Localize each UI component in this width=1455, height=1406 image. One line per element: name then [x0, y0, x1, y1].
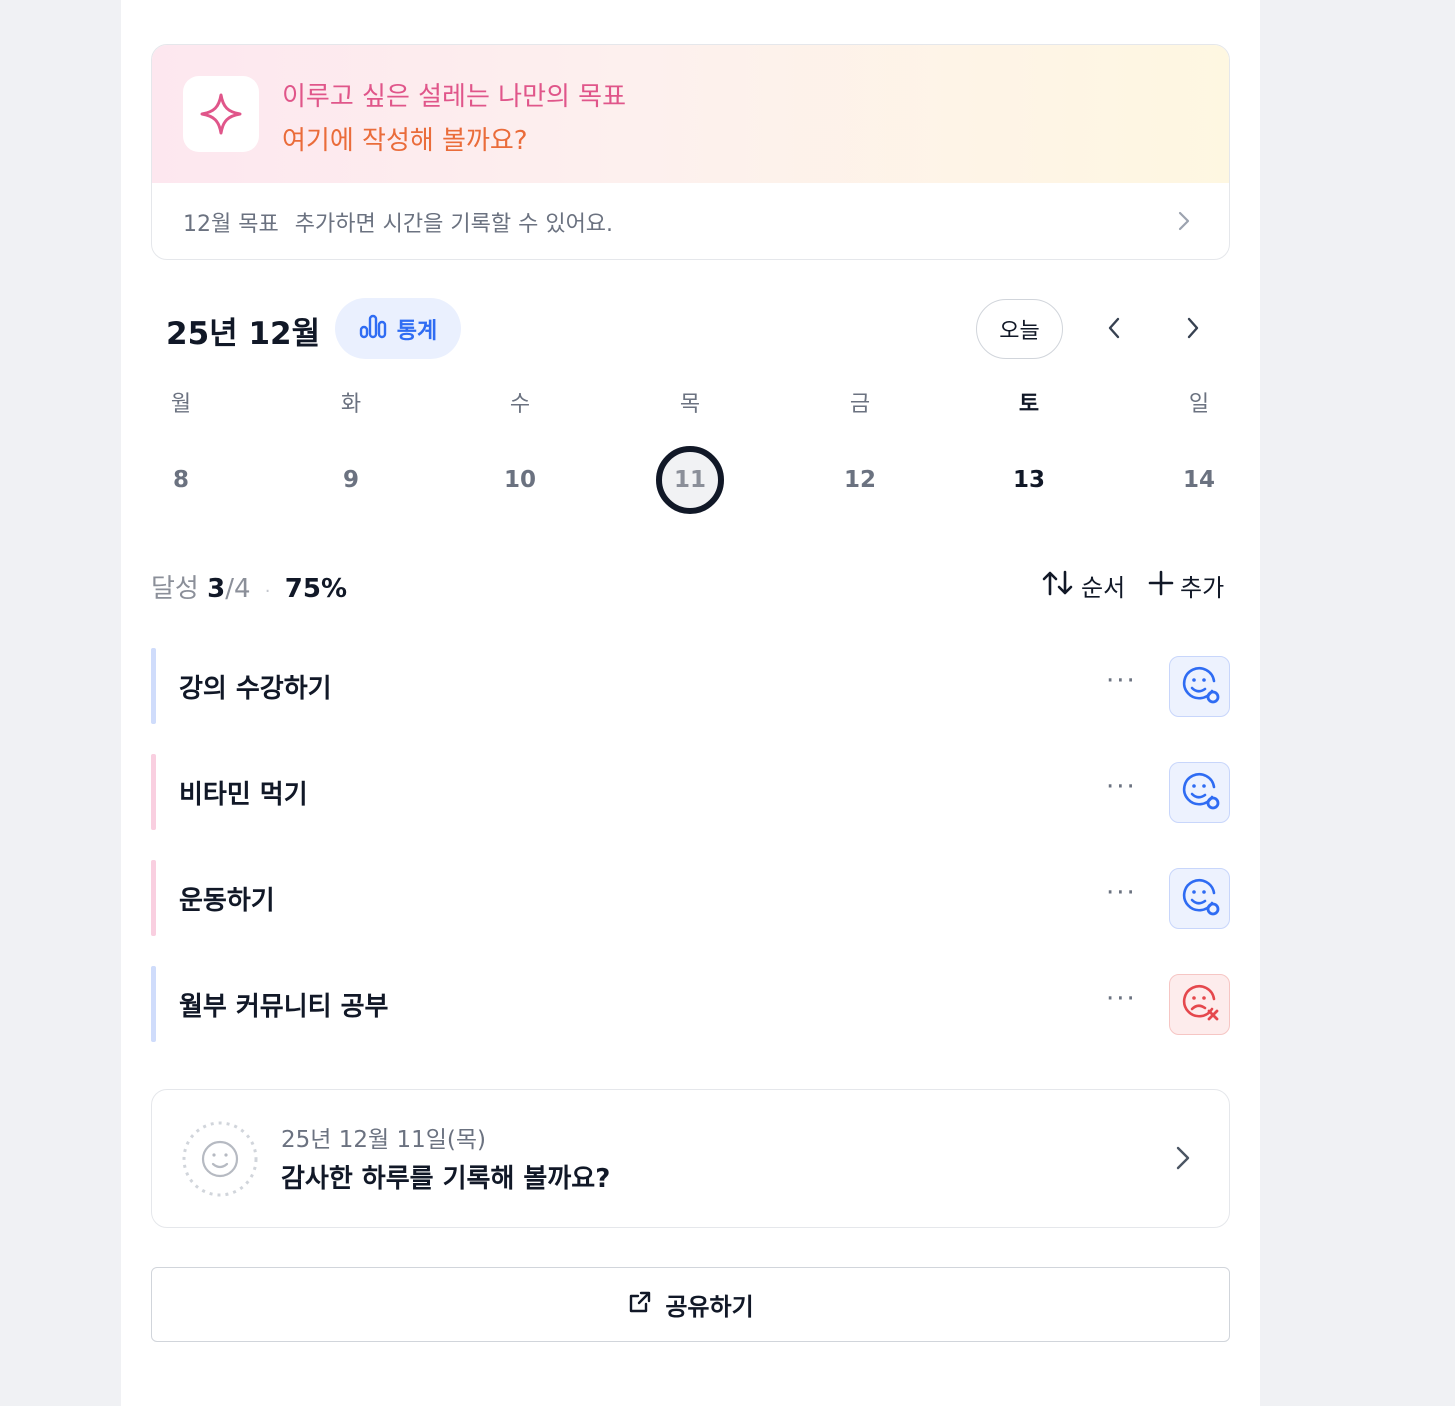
weekday-column: 화 9 — [311, 380, 391, 514]
achievement-done: 3 — [207, 574, 226, 604]
achievement-label: 달성 — [151, 574, 199, 604]
plus-icon — [1148, 570, 1174, 602]
day-cell-today[interactable]: 13 — [995, 446, 1063, 514]
stats-label: 통계 — [396, 318, 438, 344]
sad-x-icon — [1178, 981, 1222, 1029]
add-label: 추가 — [1180, 574, 1225, 602]
weekday-name: 목 — [679, 392, 701, 417]
dashed-smile-icon — [181, 1120, 259, 1202]
task-status-done-button[interactable] — [1169, 762, 1230, 823]
task-color-bar — [151, 648, 156, 724]
weekday-name: 일 — [1188, 392, 1210, 417]
chevron-left-icon — [1106, 315, 1122, 345]
share-button[interactable]: 공유하기 — [151, 1267, 1230, 1342]
task-row[interactable]: 강의 수강하기 ··· — [151, 648, 1230, 724]
task-status-failed-button[interactable] — [1169, 974, 1230, 1035]
stats-button[interactable]: 통계 — [335, 298, 461, 359]
day-cell[interactable]: 8 — [147, 446, 215, 514]
weekday-column: 수 10 — [480, 380, 560, 514]
task-color-bar — [151, 754, 156, 830]
more-options-icon[interactable]: ··· — [1106, 772, 1137, 802]
smile-check-icon — [1178, 769, 1222, 817]
goal-prompt-line2: 여기에 작성해 볼까요? — [282, 126, 528, 156]
goal-prompt: 이루고 싶은 설레는 나만의 목표 여기에 작성해 볼까요? — [282, 75, 626, 163]
task-title: 강의 수강하기 — [179, 674, 332, 704]
day-cell[interactable]: 9 — [317, 446, 385, 514]
smile-check-icon — [1178, 663, 1222, 711]
weekday-name: 화 — [340, 392, 362, 417]
sparkle-icon — [183, 76, 259, 152]
task-color-bar — [151, 966, 156, 1042]
more-options-icon[interactable]: ··· — [1106, 878, 1137, 908]
task-row[interactable]: 월부 커뮤니티 공부 ··· — [151, 966, 1230, 1042]
day-cell[interactable]: 10 — [486, 446, 554, 514]
share-label: 공유하기 — [665, 1293, 754, 1321]
prev-week-button[interactable] — [1094, 310, 1134, 350]
month-title: 25년 12월 — [166, 316, 321, 352]
weekday-name: 토 — [1018, 392, 1040, 417]
achievement-summary: 달성 3/4 · 75% — [151, 568, 347, 605]
external-share-icon — [627, 1289, 653, 1321]
gratitude-journal-card[interactable]: 25년 12월 11일(목) 감사한 하루를 기록해 볼까요? — [151, 1089, 1230, 1228]
achievement-total: /4 — [225, 574, 251, 604]
chevron-right-icon — [1185, 315, 1201, 345]
weekday-column: 목 11 — [650, 380, 730, 514]
task-color-bar — [151, 860, 156, 936]
chevron-right-icon — [1175, 1144, 1191, 1176]
task-status-done-button[interactable] — [1169, 868, 1230, 929]
achievement-percent: 75% — [284, 574, 348, 604]
task-status-done-button[interactable] — [1169, 656, 1230, 717]
main-panel: 이루고 싶은 설레는 나만의 목표 여기에 작성해 볼까요? 12월 목표 추가… — [121, 0, 1260, 1406]
goal-prompt-line1: 이루고 싶은 설레는 나만의 목표 — [282, 82, 627, 112]
day-cell-selected[interactable]: 11 — [656, 446, 724, 514]
task-title: 월부 커뮤니티 공부 — [179, 992, 389, 1022]
day-cell[interactable]: 14 — [1165, 446, 1233, 514]
goal-footer-text: 추가하면 시간을 기록할 수 있어요. — [294, 211, 614, 237]
sort-label: 순서 — [1081, 574, 1126, 602]
more-options-icon[interactable]: ··· — [1106, 666, 1137, 696]
today-button[interactable]: 오늘 — [976, 299, 1063, 359]
weekday-column: 토 13 — [989, 380, 1069, 514]
gratitude-date: 25년 12월 11일(목) — [281, 1127, 487, 1153]
goal-banner-top: 이루고 싶은 설레는 나만의 목표 여기에 작성해 볼까요? — [152, 45, 1229, 183]
bar-chart-icon — [359, 313, 387, 345]
goal-banner-footer: 12월 목표 추가하면 시간을 기록할 수 있어요. — [152, 183, 1229, 259]
smile-check-icon — [1178, 875, 1222, 923]
task-row[interactable]: 운동하기 ··· — [151, 860, 1230, 936]
task-title: 운동하기 — [179, 886, 275, 916]
weekday-name: 월 — [170, 392, 192, 417]
sort-arrows-icon — [1041, 569, 1075, 603]
goal-banner[interactable]: 이루고 싶은 설레는 나만의 목표 여기에 작성해 볼까요? 12월 목표 추가… — [151, 44, 1230, 260]
separator-dot: · — [264, 581, 271, 602]
day-cell[interactable]: 12 — [826, 446, 894, 514]
weekday-column: 월 8 — [141, 380, 221, 514]
weekday-name: 수 — [509, 392, 531, 417]
task-row[interactable]: 비타민 먹기 ··· — [151, 754, 1230, 830]
task-title: 비타민 먹기 — [179, 780, 308, 810]
weekday-column: 금 12 — [820, 380, 900, 514]
chevron-right-icon — [1177, 209, 1191, 239]
sort-button[interactable]: 순서 — [1041, 568, 1125, 603]
next-week-button[interactable] — [1173, 310, 1213, 350]
weekday-column: 일 14 — [1159, 380, 1239, 514]
weekday-name: 금 — [849, 392, 871, 417]
gratitude-prompt: 감사한 하루를 기록해 볼까요? — [281, 1164, 611, 1194]
add-task-button[interactable]: 추가 — [1148, 568, 1224, 603]
more-options-icon[interactable]: ··· — [1106, 984, 1137, 1014]
goal-month-label: 12월 목표 — [183, 211, 279, 237]
